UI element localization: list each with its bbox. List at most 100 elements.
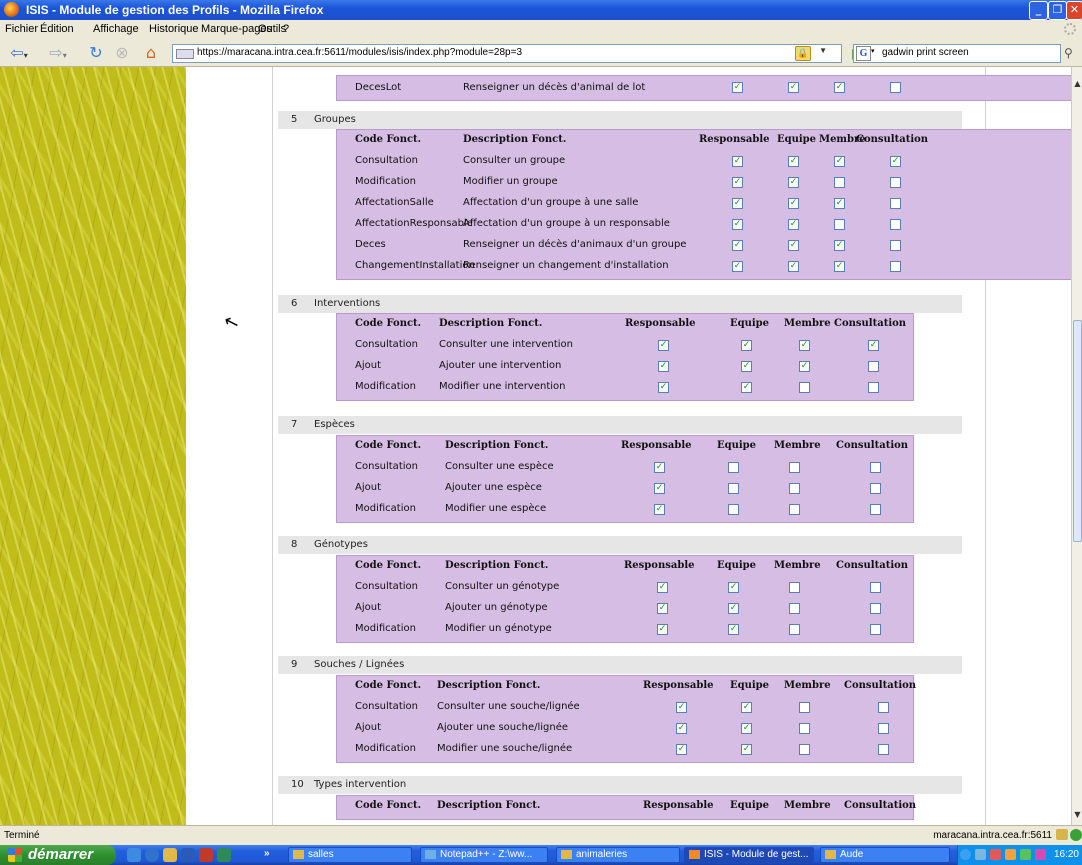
permission-checkbox[interactable]: ✓ bbox=[788, 177, 799, 188]
tray-icon[interactable] bbox=[975, 849, 986, 860]
site-identity-icon[interactable] bbox=[176, 49, 194, 59]
permission-checkbox[interactable] bbox=[728, 462, 739, 473]
permission-checkbox[interactable] bbox=[789, 603, 800, 614]
padlock-icon[interactable]: 🔒 bbox=[795, 46, 811, 61]
permission-checkbox[interactable] bbox=[834, 219, 845, 230]
search-icon[interactable]: ⚲ bbox=[1064, 46, 1073, 60]
scroll-up-icon[interactable]: ▲ bbox=[1073, 79, 1082, 88]
google-engine-icon[interactable]: G bbox=[856, 46, 871, 61]
permission-checkbox[interactable] bbox=[870, 603, 881, 614]
address-bar[interactable]: https://maracana.intra.cea.fr:5611/modul… bbox=[172, 44, 863, 63]
tray-icon[interactable] bbox=[1035, 849, 1046, 860]
permission-checkbox[interactable]: ✓ bbox=[741, 702, 752, 713]
menu-outils[interactable]: Outils bbox=[258, 23, 286, 35]
vertical-scrollbar[interactable]: ▲ ▼ bbox=[1071, 67, 1082, 825]
menu-affichage[interactable]: Affichage bbox=[93, 23, 139, 35]
permission-checkbox[interactable]: ✓ bbox=[732, 219, 743, 230]
permission-checkbox[interactable]: ✓ bbox=[741, 723, 752, 734]
menu-historique[interactable]: Historique bbox=[149, 23, 199, 35]
permission-checkbox[interactable]: ✓ bbox=[654, 483, 665, 494]
permission-checkbox[interactable]: ✓ bbox=[676, 723, 687, 734]
quicklaunch-folder-icon[interactable] bbox=[163, 848, 177, 862]
permission-checkbox[interactable]: ✓ bbox=[834, 82, 845, 93]
permission-checkbox[interactable] bbox=[890, 261, 901, 272]
taskbar-button[interactable]: animaleries bbox=[556, 847, 680, 863]
permission-checkbox[interactable] bbox=[878, 744, 889, 755]
maximize-button[interactable]: ❐ bbox=[1048, 1, 1067, 20]
menu-fichier[interactable]: Fichier bbox=[5, 23, 38, 35]
quicklaunch-excel-icon[interactable] bbox=[217, 848, 231, 862]
permission-checkbox[interactable]: ✓ bbox=[788, 261, 799, 272]
permission-checkbox[interactable] bbox=[890, 240, 901, 251]
permission-checkbox[interactable] bbox=[878, 702, 889, 713]
close-button[interactable]: ✕ bbox=[1066, 1, 1082, 20]
taskbar-button[interactable]: ISIS - Module de gest... bbox=[684, 847, 814, 863]
permission-checkbox[interactable]: ✓ bbox=[728, 582, 739, 593]
permission-checkbox[interactable] bbox=[789, 504, 800, 515]
permission-checkbox[interactable] bbox=[789, 624, 800, 635]
secure-lock-icon[interactable] bbox=[1056, 829, 1068, 840]
permission-checkbox[interactable] bbox=[789, 483, 800, 494]
permission-checkbox[interactable]: ✓ bbox=[728, 603, 739, 614]
permission-checkbox[interactable]: ✓ bbox=[868, 340, 879, 351]
tray-icon[interactable] bbox=[960, 849, 971, 860]
permission-checkbox[interactable]: ✓ bbox=[834, 240, 845, 251]
permission-checkbox[interactable] bbox=[890, 219, 901, 230]
permission-checkbox[interactable] bbox=[870, 483, 881, 494]
permission-checkbox[interactable]: ✓ bbox=[788, 156, 799, 167]
permission-checkbox[interactable]: ✓ bbox=[788, 219, 799, 230]
permission-checkbox[interactable]: ✓ bbox=[658, 340, 669, 351]
permission-checkbox[interactable]: ✓ bbox=[741, 361, 752, 372]
back-button[interactable]: ⇦▾ bbox=[6, 43, 32, 63]
permission-checkbox[interactable] bbox=[789, 462, 800, 473]
tray-icon[interactable] bbox=[1005, 849, 1016, 860]
menu-edition[interactable]: Édition bbox=[40, 23, 74, 35]
permission-checkbox[interactable] bbox=[728, 504, 739, 515]
quicklaunch-more-icon[interactable]: » bbox=[264, 848, 270, 859]
permission-checkbox[interactable]: ✓ bbox=[834, 198, 845, 209]
permission-checkbox[interactable]: ✓ bbox=[834, 156, 845, 167]
permission-checkbox[interactable]: ✓ bbox=[728, 624, 739, 635]
permission-checkbox[interactable] bbox=[799, 382, 810, 393]
history-dropdown-icon[interactable]: ▼ bbox=[819, 46, 827, 55]
permission-checkbox[interactable]: ✓ bbox=[799, 340, 810, 351]
quicklaunch-ie-icon[interactable] bbox=[145, 848, 159, 862]
permission-checkbox[interactable] bbox=[868, 361, 879, 372]
scroll-thumb[interactable] bbox=[1073, 320, 1082, 542]
scroll-down-icon[interactable]: ▼ bbox=[1073, 810, 1082, 819]
permission-checkbox[interactable] bbox=[868, 382, 879, 393]
tray-icon[interactable] bbox=[1020, 849, 1031, 860]
permission-checkbox[interactable]: ✓ bbox=[788, 198, 799, 209]
permission-checkbox[interactable] bbox=[890, 82, 901, 93]
permission-checkbox[interactable] bbox=[799, 702, 810, 713]
permission-checkbox[interactable]: ✓ bbox=[657, 603, 668, 614]
permission-checkbox[interactable] bbox=[799, 744, 810, 755]
start-button[interactable]: démarrer bbox=[0, 845, 116, 865]
permission-checkbox[interactable]: ✓ bbox=[654, 462, 665, 473]
permission-checkbox[interactable]: ✓ bbox=[732, 198, 743, 209]
permission-checkbox[interactable] bbox=[890, 198, 901, 209]
taskbar-button[interactable]: salles bbox=[288, 847, 412, 863]
permission-checkbox[interactable]: ✓ bbox=[741, 340, 752, 351]
permission-checkbox[interactable]: ✓ bbox=[834, 261, 845, 272]
permission-checkbox[interactable] bbox=[799, 723, 810, 734]
permission-checkbox[interactable]: ✓ bbox=[732, 261, 743, 272]
permission-checkbox[interactable] bbox=[728, 483, 739, 494]
home-icon[interactable]: ⌂ bbox=[141, 43, 161, 63]
permission-checkbox[interactable]: ✓ bbox=[657, 624, 668, 635]
permission-checkbox[interactable]: ✓ bbox=[676, 702, 687, 713]
search-box[interactable]: G ▾ gadwin print screen bbox=[853, 44, 1061, 63]
permission-checkbox[interactable]: ✓ bbox=[890, 156, 901, 167]
permission-checkbox[interactable] bbox=[890, 177, 901, 188]
permission-checkbox[interactable]: ✓ bbox=[658, 361, 669, 372]
tray-icon[interactable] bbox=[990, 849, 1001, 860]
minimize-button[interactable]: _ bbox=[1029, 1, 1048, 20]
permission-checkbox[interactable] bbox=[789, 582, 800, 593]
permission-checkbox[interactable]: ✓ bbox=[741, 382, 752, 393]
taskbar-button[interactable]: Aude bbox=[820, 847, 950, 863]
reload-icon[interactable]: ↻ bbox=[86, 43, 106, 63]
permission-checkbox[interactable]: ✓ bbox=[788, 240, 799, 251]
permission-checkbox[interactable]: ✓ bbox=[788, 82, 799, 93]
quicklaunch-word-icon[interactable] bbox=[181, 848, 195, 862]
permission-checkbox[interactable] bbox=[870, 582, 881, 593]
